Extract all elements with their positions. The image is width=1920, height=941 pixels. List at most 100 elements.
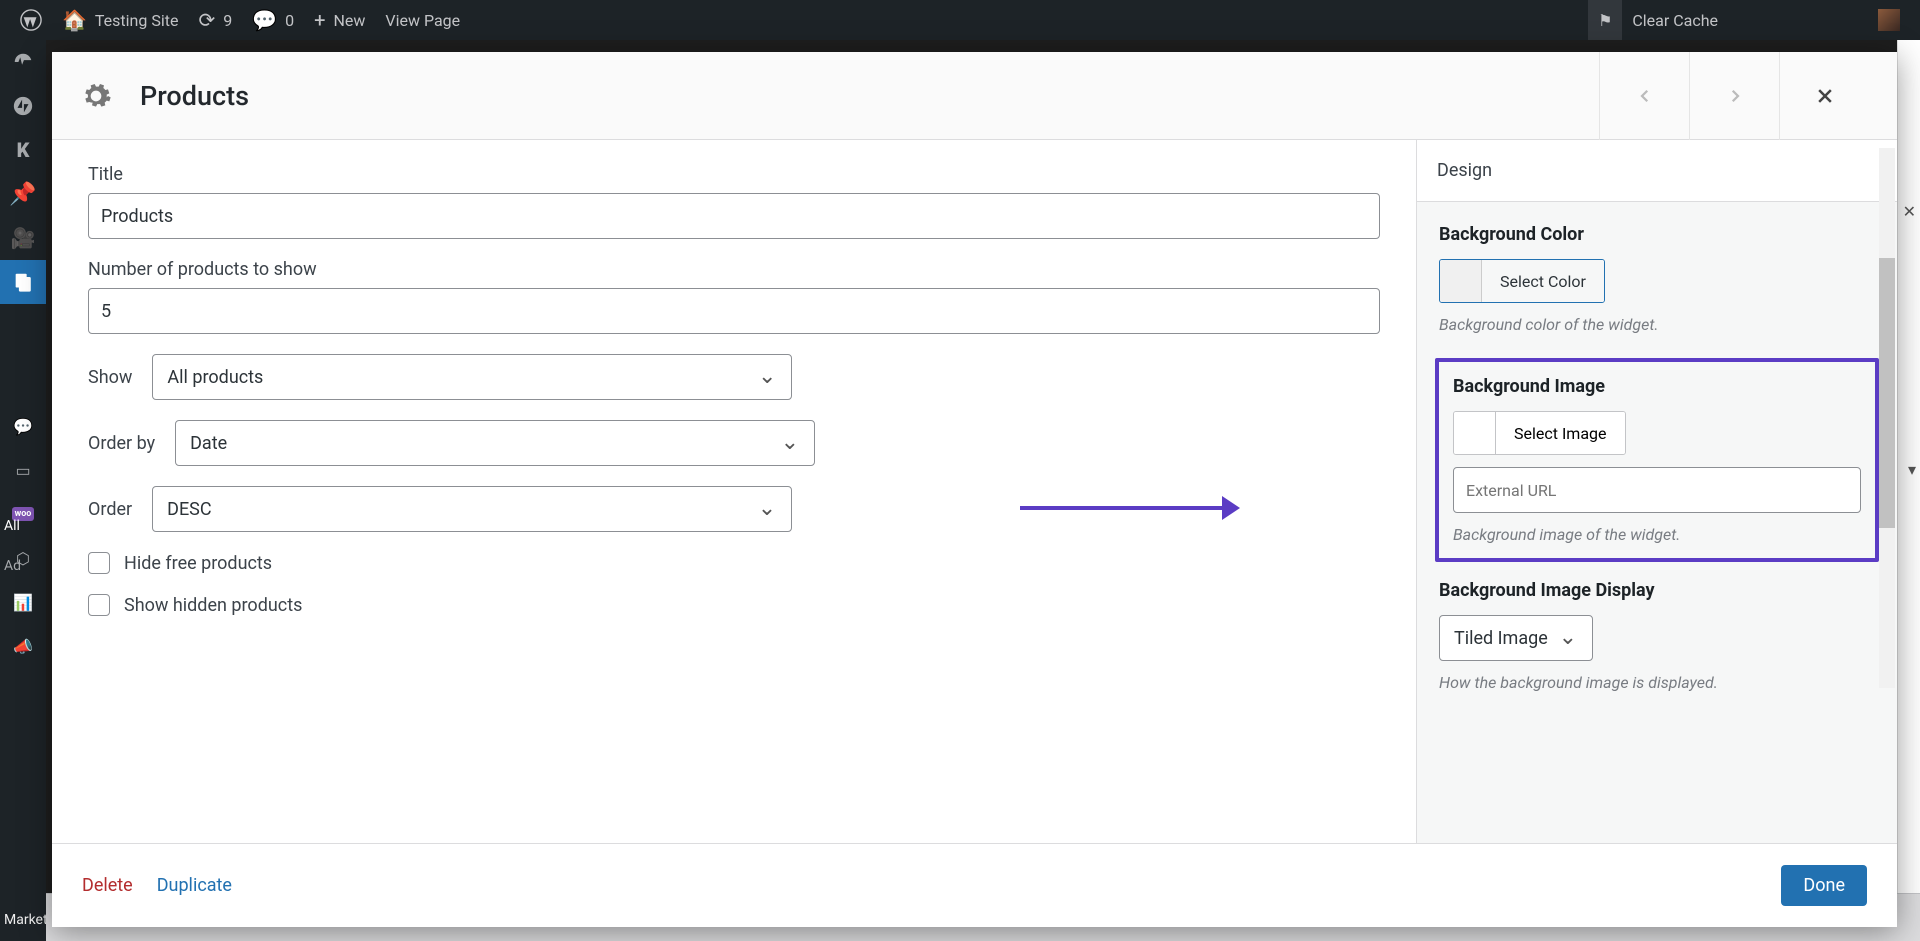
tab-design[interactable]: Design [1437,160,1492,181]
sidebar-add-new[interactable]: Ad [0,550,46,582]
editor-settings-gutter: ✕ ▾ [1897,40,1920,893]
prev-widget-button[interactable] [1599,52,1689,140]
close-modal-button[interactable] [1779,52,1869,140]
wordpress-icon [20,9,42,31]
select-image-button[interactable]: Select Image [1496,412,1625,454]
new-content[interactable]: + New [304,0,375,40]
wp-logo[interactable] [10,0,52,40]
title-input[interactable] [88,193,1380,239]
bg-color-swatch[interactable] [1440,260,1482,302]
pin-icon: 📌 [9,182,36,207]
view-page[interactable]: View Page [375,0,470,40]
show-select[interactable]: All products [152,354,792,400]
sidebar-media[interactable]: 🎥 [0,216,46,260]
megaphone-icon: 📣 [13,637,33,656]
chevron-icon[interactable]: ▾ [1908,460,1916,479]
select-color-button[interactable]: Select Color [1482,260,1604,302]
widget-form-panel: Title Number of products to show Show Al… [52,140,1417,843]
bg-color-block: Background Color Select Color Background… [1439,224,1875,334]
bg-color-help: Background color of the widget. [1439,315,1875,334]
flag-icon: ⚑ [1598,11,1612,30]
refresh-icon: ⟳ [198,8,215,32]
modal-body: Title Number of products to show Show Al… [52,140,1897,843]
delete-button[interactable]: Delete [82,875,133,896]
orderby-select[interactable]: Date [175,420,815,466]
show-hidden-label: Show hidden products [124,595,302,616]
hide-free-row: Hide free products [88,552,1380,574]
sidebar-analytics[interactable]: 📊 [0,580,46,624]
number-field-group: Number of products to show [88,259,1380,334]
comment-icon: 💬 [252,8,277,32]
comments-count: 0 [285,11,294,30]
sidebar-kadence[interactable]: K [0,128,46,172]
wp-admin-bar: 🏠Testing Site ⟳9 💬0 +New View Page ⚑ Cle… [0,0,1920,40]
bg-display-heading: Background Image Display [1439,580,1875,601]
bg-display-select[interactable]: Tiled Image [1439,615,1593,661]
bars-icon: 📊 [13,593,33,612]
new-label: New [333,11,365,30]
sidebar-posts[interactable]: 📌 [0,172,46,216]
order-select[interactable]: DESC [152,486,792,532]
next-widget-button[interactable] [1689,52,1779,140]
bg-image-swatch[interactable] [1454,412,1496,454]
duplicate-button[interactable]: Duplicate [157,875,232,896]
sidebar-jetpack[interactable] [0,84,46,128]
orderby-field-group: Order by Date [88,420,1380,466]
sidebar-dashboard[interactable] [0,40,46,84]
order-select-wrap: DESC [152,486,792,532]
right-panel-scrollbar-thumb[interactable] [1879,258,1895,528]
style-content[interactable]: Background Color Select Color Background… [1417,202,1897,843]
clear-cache-label: Clear Cache [1632,11,1718,30]
number-input[interactable] [88,288,1380,334]
order-label: Order [88,499,132,520]
modal-title: Products [140,80,249,112]
widget-edit-modal: Products Title Number of products to sho… [52,52,1897,927]
notice-icon[interactable]: ⚑ [1588,0,1622,40]
media-icon: 🎥 [11,226,36,250]
sidebar-forms[interactable]: ▭ [0,448,46,492]
user-menu[interactable] [1868,0,1910,40]
view-page-label: View Page [385,11,460,30]
right-panel-scrollbar-track[interactable] [1879,148,1895,688]
jetpack-icon [12,95,34,117]
number-label: Number of products to show [88,259,317,280]
chevron-right-icon [1726,87,1744,105]
widget-style-panel: Design Background Color Select Color Bac… [1417,140,1897,843]
plus-icon: + [314,8,325,32]
bg-color-picker: Select Color [1439,259,1605,303]
sidebar-pages[interactable] [0,260,46,304]
form-icon: ▭ [15,461,30,480]
dashboard-icon [12,51,34,73]
bg-color-heading: Background Color [1439,224,1875,245]
bg-image-help: Background image of the widget. [1453,525,1861,544]
done-button[interactable]: Done [1781,865,1867,906]
close-settings-icon[interactable]: ✕ [1903,202,1916,221]
close-icon [1815,86,1835,106]
k-icon: K [17,138,30,162]
order-field-group: Order DESC [88,486,1380,532]
title-field-group: Title [88,164,1380,239]
sidebar-comments[interactable]: 💬 [0,404,46,448]
chevron-left-icon [1636,87,1654,105]
bg-image-highlight: Background Image Select Image Background… [1435,358,1879,562]
bg-image-picker: Select Image [1453,411,1626,455]
sidebar-marketing[interactable]: 📣 [0,624,46,668]
site-name[interactable]: 🏠Testing Site [52,0,188,40]
wp-admin-sidebar: K 📌 🎥 All Ad 💬 ▭ woo ⬡ 📊 📣 Marketing [0,40,46,941]
comments[interactable]: 💬0 [242,0,304,40]
sidebar-marketing-label[interactable]: Marketing [0,904,46,936]
bg-display-help: How the background image is displayed. [1439,673,1875,692]
show-hidden-row: Show hidden products [88,594,1380,616]
sidebar-all-pages[interactable]: All [0,510,46,542]
comment-icon: 💬 [13,417,33,436]
show-label: Show [88,367,132,388]
updates-count: 9 [223,11,232,30]
show-select-wrap: All products [152,354,792,400]
hide-free-checkbox[interactable] [88,552,110,574]
external-url-input[interactable] [1453,467,1861,513]
modal-nav [1599,52,1869,140]
hide-free-label: Hide free products [124,553,272,574]
updates[interactable]: ⟳9 [188,0,242,40]
show-hidden-checkbox[interactable] [88,594,110,616]
clear-cache[interactable]: Clear Cache [1622,0,1728,40]
